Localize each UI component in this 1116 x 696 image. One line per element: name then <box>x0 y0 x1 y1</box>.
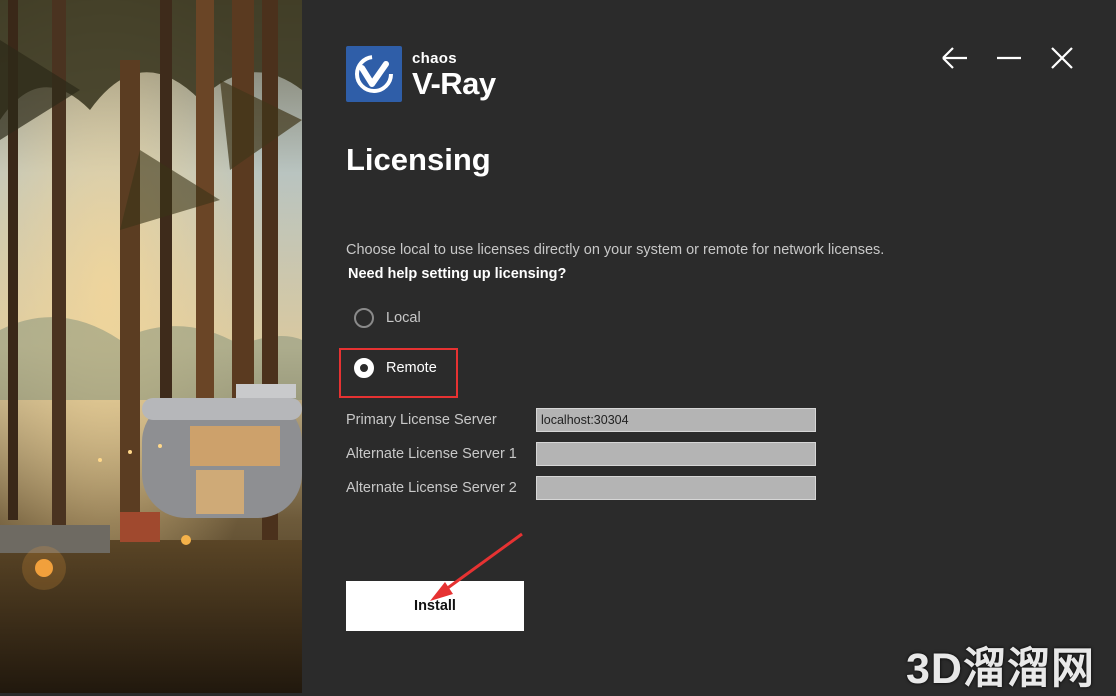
radio-local-circle[interactable] <box>354 308 374 328</box>
hero-illustration <box>0 0 302 693</box>
alternate-server-1-row: Alternate License Server 1 <box>346 442 826 466</box>
close-icon <box>1051 47 1073 69</box>
alternate-server-2-label: Alternate License Server 2 <box>346 480 517 496</box>
vray-logo-mark <box>346 46 402 102</box>
radio-remote-label[interactable]: Remote <box>386 360 437 376</box>
install-button[interactable]: Install <box>346 581 524 631</box>
close-button[interactable] <box>1046 42 1078 74</box>
licensing-description: Choose local to use licenses directly on… <box>346 242 885 258</box>
radio-local-label[interactable]: Local <box>386 310 421 326</box>
licensing-panel: chaos V-Ray Licensing Choose local to us… <box>302 0 1116 693</box>
alternate-server-1-label: Alternate License Server 1 <box>346 446 517 462</box>
arrow-left-icon <box>942 47 967 69</box>
forest-campsite-image <box>0 0 302 693</box>
back-button[interactable] <box>939 42 971 74</box>
primary-server-input[interactable] <box>536 408 816 432</box>
primary-server-label: Primary License Server <box>346 412 497 428</box>
primary-server-row: Primary License Server <box>346 408 826 432</box>
logo-brand-text: chaos <box>412 50 457 67</box>
alternate-server-2-row: Alternate License Server 2 <box>346 476 826 500</box>
licensing-help-link[interactable]: Need help setting up licensing? <box>348 266 566 282</box>
vray-logo: chaos V-Ray <box>346 46 496 102</box>
page-title: Licensing <box>346 142 491 177</box>
logo-product-text: V-Ray <box>412 66 496 101</box>
alternate-server-1-input[interactable] <box>536 442 816 466</box>
radio-remote[interactable]: Remote <box>354 358 437 378</box>
radio-local[interactable]: Local <box>354 308 421 328</box>
minimize-icon <box>997 56 1021 60</box>
watermark-text: 3D溜溜网 <box>906 645 1095 693</box>
radio-remote-circle[interactable] <box>354 358 374 378</box>
minimize-button[interactable] <box>993 42 1025 74</box>
alternate-server-2-input[interactable] <box>536 476 816 500</box>
